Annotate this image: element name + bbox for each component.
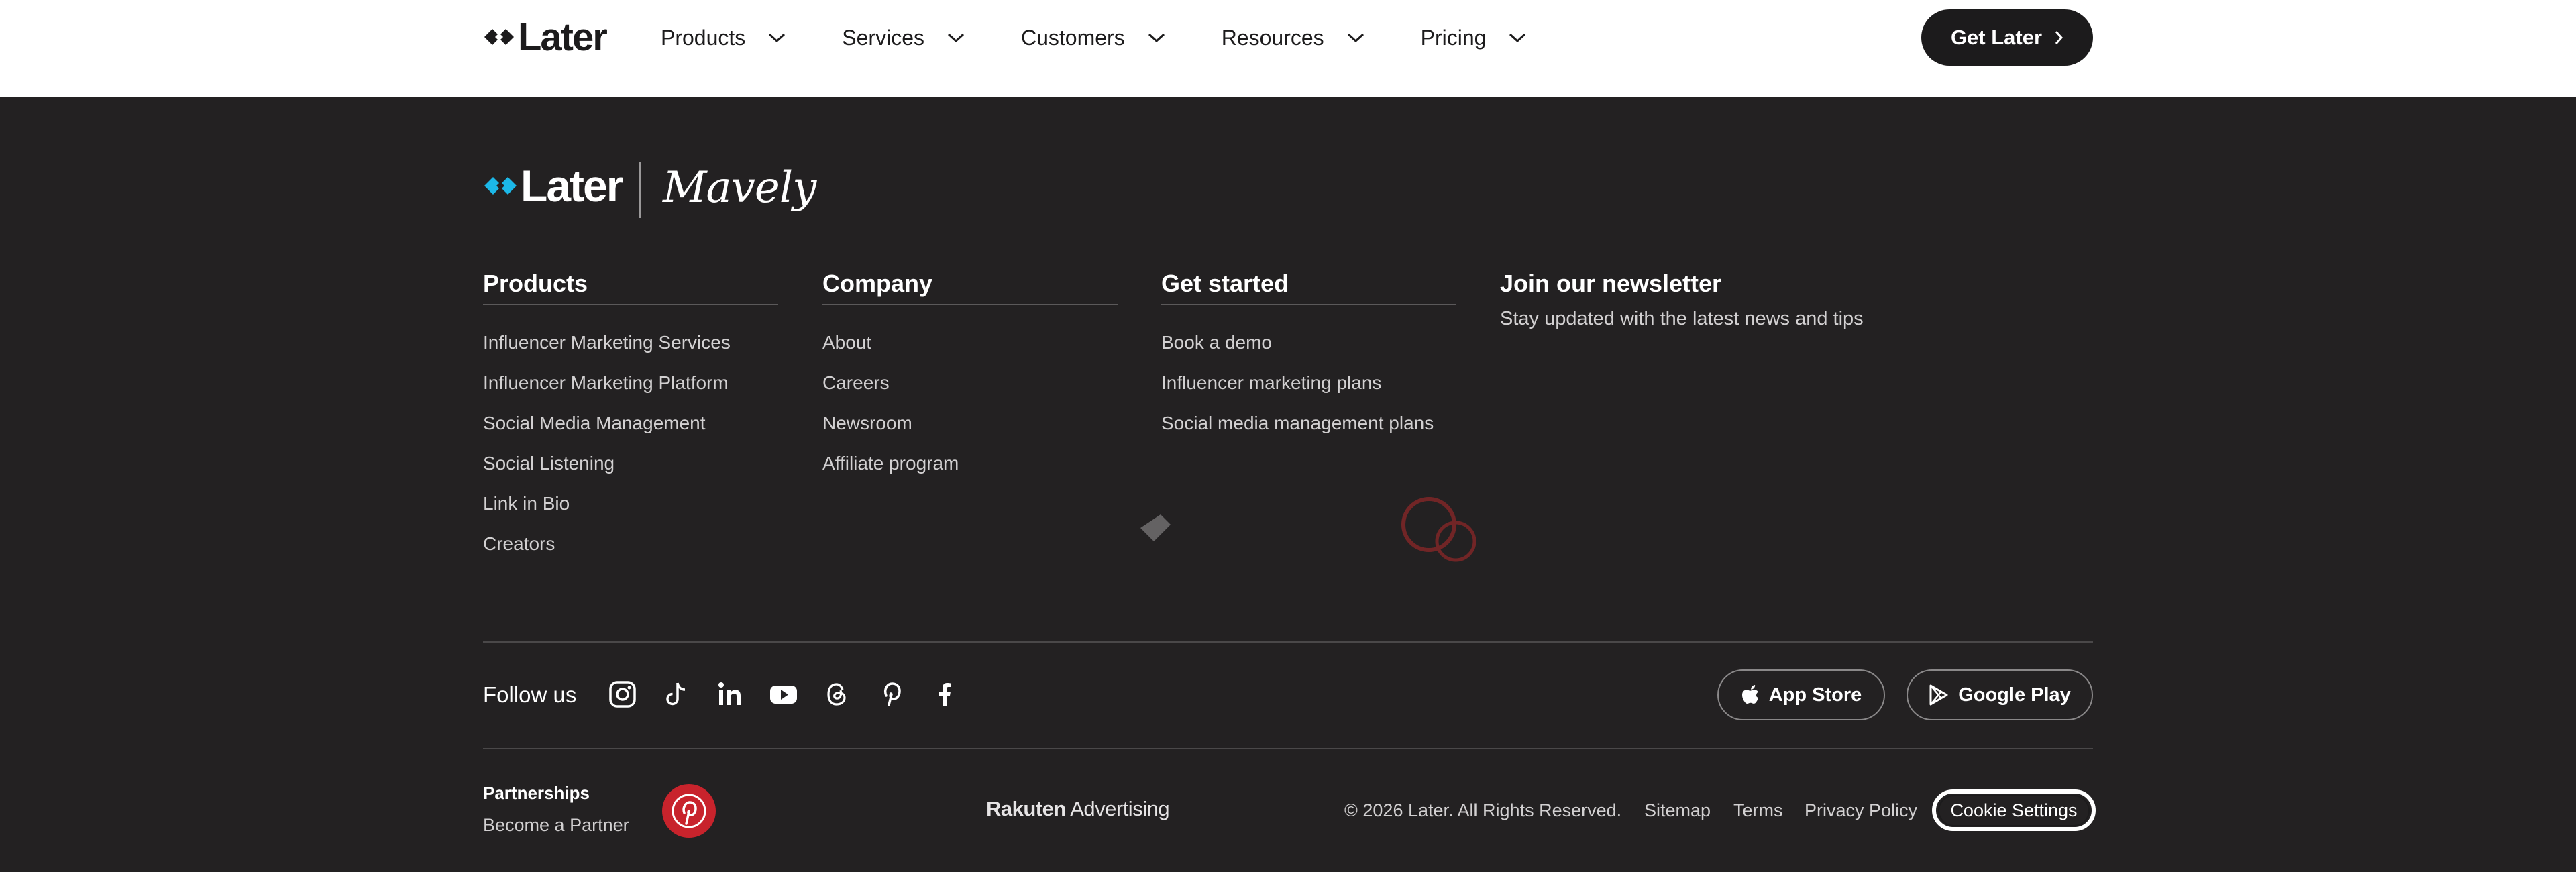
- footer-column-products: Products Influencer Marketing Services I…: [483, 270, 778, 571]
- column-links: About Careers Newsroom Affiliate program: [822, 329, 1118, 490]
- chevron-down-icon: [1347, 33, 1364, 43]
- nav-products[interactable]: Products: [661, 20, 787, 55]
- tiktok-icon[interactable]: [661, 679, 691, 709]
- nav-label: Customers: [1020, 25, 1125, 50]
- footer-later-logo[interactable]: Later: [483, 161, 623, 211]
- footer-link[interactable]: Social media management plans: [1161, 410, 1456, 450]
- column-title: Products: [483, 270, 588, 297]
- nav-services[interactable]: Services: [842, 20, 966, 55]
- become-partner-link[interactable]: Become a Partner: [483, 815, 629, 836]
- terms-link[interactable]: Terms: [1733, 800, 1783, 821]
- column-links: Book a demo Influencer marketing plans S…: [1161, 329, 1456, 450]
- newsletter-section: Join our newsletter Stay updated with th…: [1500, 270, 1864, 330]
- threads-icon[interactable]: [822, 679, 852, 709]
- linkedin-icon[interactable]: [715, 679, 745, 709]
- nav-label: Pricing: [1420, 25, 1487, 50]
- footer-link[interactable]: Affiliate program: [822, 450, 1118, 490]
- later-logo-mark-icon: [484, 177, 517, 195]
- column-divider: [1161, 304, 1456, 305]
- youtube-icon[interactable]: [769, 679, 798, 709]
- logo-wordmark: Later: [518, 15, 608, 59]
- footer-link[interactable]: Link in Bio: [483, 490, 778, 531]
- nav-label: Products: [661, 25, 746, 50]
- follow-us-label: Follow us: [483, 682, 577, 707]
- footer-link[interactable]: About: [822, 329, 1118, 370]
- footer-divider: [483, 641, 2093, 643]
- copyright-text: © 2026 Later. All Rights Reserved.: [1344, 800, 1622, 820]
- footer-link[interactable]: Newsroom: [822, 410, 1118, 450]
- footer-logo-wordmark: Later: [521, 161, 623, 211]
- column-divider: [483, 304, 778, 305]
- newsletter-subtitle: Stay updated with the latest news and ti…: [1500, 308, 1864, 329]
- site-footer: Later Mavely Products Influencer Marketi…: [0, 97, 2576, 872]
- watermark-overlay: [1114, 488, 1477, 588]
- watermark-graphic: [1140, 497, 1477, 562]
- mavely-logo[interactable]: Mavely: [663, 163, 816, 213]
- footer-link[interactable]: Careers: [822, 370, 1118, 410]
- nav-label: Services: [842, 25, 924, 50]
- get-later-label: Get Later: [1950, 25, 2043, 49]
- chevron-down-icon: [769, 33, 786, 43]
- sitemap-link[interactable]: Sitemap: [1644, 800, 1711, 821]
- apple-icon: [1741, 685, 1758, 704]
- main-nav: Products Services Customers Resources Pr…: [661, 20, 1582, 55]
- footer-link[interactable]: Influencer marketing plans: [1161, 370, 1456, 410]
- facebook-icon[interactable]: [930, 679, 959, 709]
- advertising-wordmark: Advertising: [1065, 797, 1170, 820]
- footer-link[interactable]: Social Media Management: [483, 410, 778, 450]
- cookie-settings-label: Cookie Settings: [1938, 794, 2090, 826]
- privacy-policy-link[interactable]: Privacy Policy: [1805, 800, 1917, 821]
- rakuten-advertising-logo[interactable]: Rakuten Advertising: [986, 797, 1170, 821]
- logo-divider: [639, 162, 641, 218]
- chevron-down-icon: [947, 33, 964, 43]
- nav-pricing[interactable]: Pricing: [1421, 20, 1528, 55]
- footer-link[interactable]: Influencer Marketing Services: [483, 329, 778, 370]
- footer-link[interactable]: Book a demo: [1161, 329, 1456, 370]
- column-links: Influencer Marketing Services Influencer…: [483, 329, 778, 571]
- google-play-icon: [1929, 684, 1948, 706]
- column-divider: [822, 304, 1118, 305]
- chevron-right-icon: [2055, 31, 2063, 44]
- rakuten-wordmark: Rakuten: [986, 797, 1066, 820]
- later-logo[interactable]: Later: [483, 15, 608, 59]
- get-later-button[interactable]: Get Later: [1921, 9, 2093, 66]
- nav-resources[interactable]: Resources: [1222, 20, 1366, 55]
- footer-link[interactable]: Creators: [483, 531, 778, 571]
- footer-column-company: Company About Careers Newsroom Affiliate…: [822, 270, 1118, 490]
- app-store-label: App Store: [1768, 684, 1862, 706]
- cookie-settings-button[interactable]: Cookie Settings: [1932, 789, 2096, 831]
- top-navigation-bar: Later Products Services Customers Resour…: [0, 0, 2576, 97]
- footer-link[interactable]: Social Listening: [483, 450, 778, 490]
- later-logo-mark-icon: [484, 29, 514, 45]
- partnerships-title: Partnerships: [483, 783, 590, 803]
- pinterest-icon[interactable]: [876, 679, 906, 709]
- newsletter-title: Join our newsletter: [1500, 270, 1722, 297]
- app-store-button[interactable]: App Store: [1717, 669, 1885, 720]
- google-play-button[interactable]: Google Play: [1907, 669, 2093, 720]
- column-title: Company: [822, 270, 933, 297]
- column-title: Get started: [1161, 270, 1289, 297]
- instagram-icon[interactable]: [608, 679, 637, 709]
- footer-link[interactable]: Influencer Marketing Platform: [483, 370, 778, 410]
- pinterest-partner-badge-icon[interactable]: [661, 783, 716, 838]
- chevron-down-icon: [1509, 33, 1526, 43]
- nav-label: Resources: [1221, 25, 1324, 50]
- google-play-label: Google Play: [1958, 684, 2071, 706]
- chevron-down-icon: [1148, 33, 1165, 43]
- footer-divider: [483, 748, 2093, 749]
- nav-customers[interactable]: Customers: [1021, 20, 1167, 55]
- footer-column-get-started: Get started Book a demo Influencer marke…: [1161, 270, 1456, 450]
